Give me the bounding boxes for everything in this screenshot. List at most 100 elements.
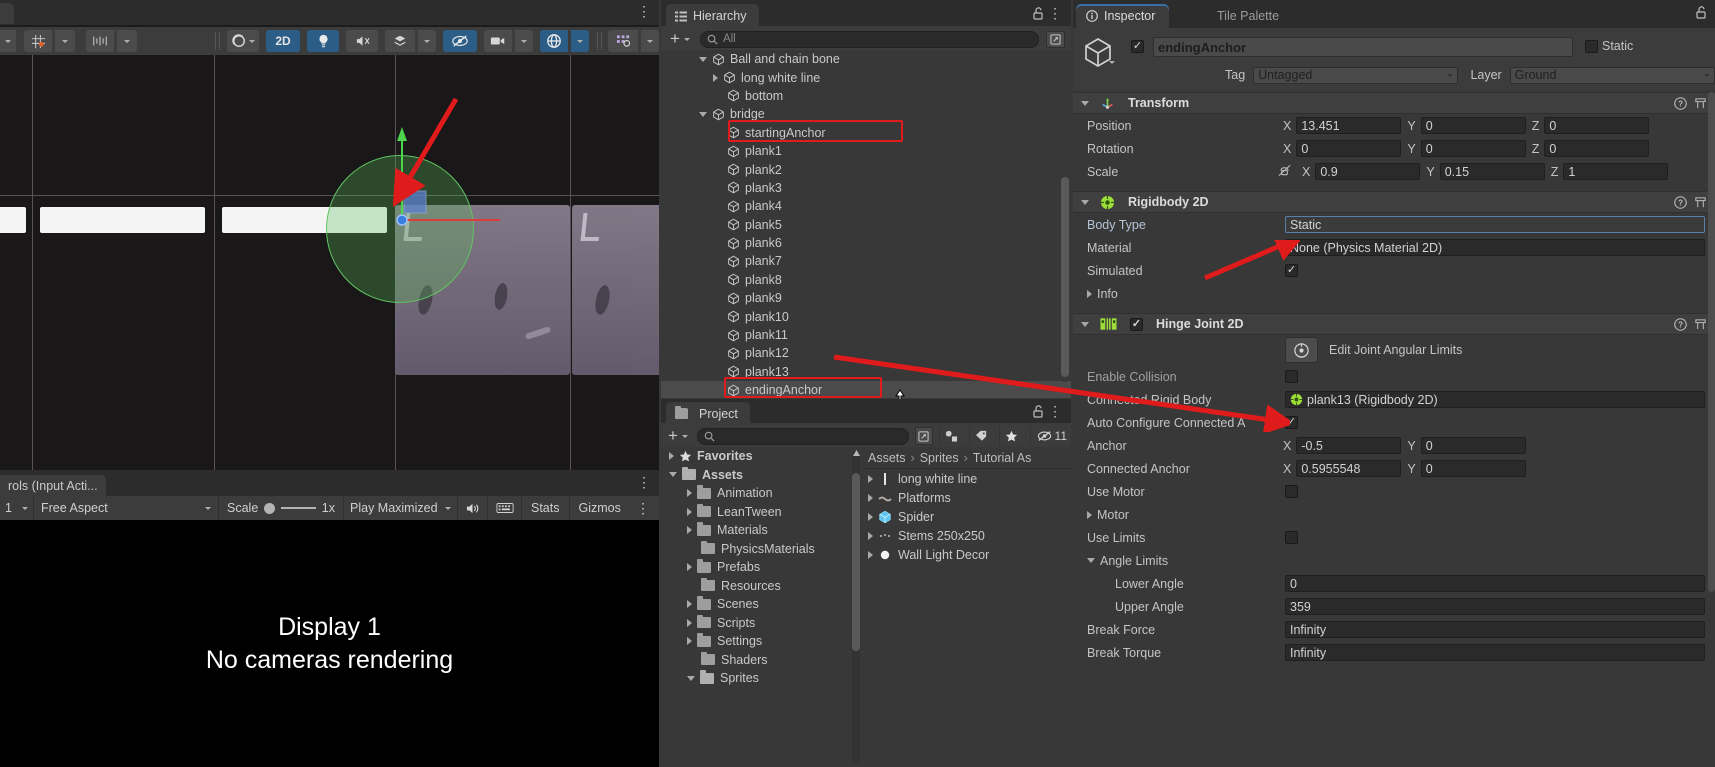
break-torque-input[interactable]: Infinity [1285,644,1705,661]
breadcrumb-item[interactable]: Tutorial As [973,451,1032,465]
hierarchy-scrollbar-thumb[interactable] [1061,177,1069,377]
hierarchy-item-plank7[interactable]: plank7 [661,252,1071,270]
scene-audio-icon[interactable] [346,30,378,52]
auto-configure-connected-a-checkbox[interactable]: ✓ [1285,416,1298,429]
gizmos-dropdown[interactable] [571,30,589,52]
project-tree-item-scripts[interactable]: Scripts [661,614,861,633]
project-tree-item-animation[interactable]: Animation [661,484,861,503]
project-asset-stems-250x250[interactable]: Stems 250x250 [862,526,1071,545]
hierarchy-item-long-white-line[interactable]: long white line [661,68,1071,86]
body-type-dropdown[interactable]: Static [1285,216,1705,233]
hierarchy-item-ball-and-chain-bone[interactable]: Ball and chain bone [661,50,1071,68]
hidden-count-icon[interactable]: 11 [1029,426,1067,446]
preset-icon[interactable] [1694,318,1707,334]
hierarchy-add-button[interactable]: + [667,30,693,47]
shading-mode-icon[interactable] [227,30,259,52]
project-tree-item-sprites[interactable]: Sprites [661,669,861,688]
project-scroll-up-arrow[interactable] [852,446,861,456]
filter-by-type-icon[interactable] [938,426,963,446]
hierarchy-item-plank4[interactable]: plank4 [661,197,1071,215]
toggle-2d-button[interactable]: 2D [266,30,300,52]
object-name-input[interactable]: endingAnchor [1153,37,1573,57]
scene-visibility-icon[interactable] [608,30,638,52]
hierarchy-item-bridge[interactable]: bridge [661,105,1071,123]
position-z-input[interactable]: 0 [1544,117,1650,134]
project-tree-item-shaders[interactable]: Shaders [661,651,861,670]
hierarchy-item-endinganchor[interactable]: endingAnchor [661,381,1071,398]
project-tree-item-settings[interactable]: Settings [661,632,861,651]
project-asset-wall-light-decor[interactable]: Wall Light Decor [862,545,1071,564]
inspector-lock-icon[interactable] [1696,6,1707,22]
hierarchy-item-plank2[interactable]: plank2 [661,160,1071,178]
rotation-x-input[interactable]: 0 [1296,140,1402,157]
hierarchy-search-input[interactable]: All [699,30,1039,48]
scene-canvas[interactable] [0,55,659,470]
hidden-objects-icon[interactable] [443,30,477,52]
search-in-packages-icon[interactable] [914,427,933,445]
project-asset-platforms[interactable]: Platforms [862,488,1071,507]
project-tree-scrollbar-thumb[interactable] [852,473,860,651]
component-header-transform[interactable]: Transform? [1073,92,1715,114]
move-gizmo[interactable] [390,115,500,295]
scale-x-input[interactable]: 0.9 [1315,163,1421,180]
tab-scene[interactable] [0,3,14,24]
tab-tile-palette[interactable]: Tile Palette [1205,4,1291,28]
play-maximized-dropdown[interactable]: Play Maximized [344,496,458,520]
rotation-z-input[interactable]: 0 [1544,140,1650,157]
project-tree-item-materials[interactable]: Materials [661,521,861,540]
breadcrumb[interactable]: Assets › Sprites › Tutorial As [862,447,1071,469]
use-limits-checkbox[interactable] [1285,531,1298,544]
enable-collision-checkbox[interactable] [1285,370,1298,383]
anchor-y-input[interactable]: 0 [1420,437,1526,454]
tab-hierarchy[interactable]: Hierarchy [666,4,759,28]
break-force-input[interactable]: Infinity [1285,621,1705,638]
anchor-x-input[interactable]: -0.5 [1296,437,1402,454]
favorites-star-icon[interactable] [999,426,1023,446]
position-y-input[interactable]: 0 [1420,117,1526,134]
scene-visibility-dropdown[interactable] [641,30,659,52]
tab-inspector[interactable]: Inspector [1076,4,1170,28]
inspector-scrollbar[interactable] [1708,92,1715,764]
display-dropdown[interactable]: 1 [0,496,34,520]
help-icon[interactable]: ? [1674,97,1687,113]
filter-by-label-icon[interactable] [969,426,993,446]
speaker-icon[interactable] [458,496,488,520]
scene-kebab-menu-icon[interactable]: ⋮ [637,4,651,18]
effects-icon[interactable] [385,30,415,52]
keyboard-icon[interactable] [488,496,522,520]
gizmos-icon[interactable] [540,30,568,52]
lower-angle-input[interactable]: 0 [1285,575,1705,592]
help-icon[interactable]: ? [1674,196,1687,212]
hierarchy-item-plank9[interactable]: plank9 [661,289,1071,307]
game-options-kebab-icon[interactable]: ⋮ [636,501,659,515]
scale-slider[interactable]: Scale 1x [219,496,344,520]
hierarchy-item-bottom[interactable]: bottom [661,87,1071,105]
scale-y-input[interactable]: 0.15 [1439,163,1545,180]
scene-camera-icon[interactable] [484,30,512,52]
gizmos-button[interactable]: Gizmos [570,496,630,520]
hierarchy-item-plank12[interactable]: plank12 [661,344,1071,362]
effects-dropdown[interactable] [418,30,436,52]
project-asset-list[interactable]: long white line Platforms Spider Stems 250x… [862,469,1071,564]
hierarchy-item-plank1[interactable]: plank1 [661,142,1071,160]
hierarchy-tree[interactable]: Ball and chain bone long white line bottom… [661,50,1071,398]
breadcrumb-item[interactable]: Sprites [920,451,959,465]
component-enabled-checkbox[interactable]: ✓ [1130,317,1143,331]
game-kebab-menu-icon[interactable]: ⋮ [637,475,651,489]
project-asset-long-white-line[interactable]: long white line [862,469,1071,488]
position-x-input[interactable]: 13.451 [1296,117,1402,134]
hierarchy-item-plank5[interactable]: plank5 [661,216,1071,234]
edit-joint-icon[interactable] [1285,337,1318,363]
snap-increment-dropdown[interactable] [117,30,137,52]
project-tree-item-prefabs[interactable]: Prefabs [661,558,861,577]
project-content-pane[interactable]: Assets › Sprites › Tutorial As long white li… [862,447,1071,767]
scene-lighting-icon[interactable] [307,30,339,52]
static-checkbox[interactable] [1585,39,1598,53]
hierarchy-item-plank3[interactable]: plank3 [661,179,1071,197]
project-folder-tree[interactable]: Favorites Assets Animation LeanTween Materia… [661,447,861,767]
help-icon[interactable]: ? [1674,318,1687,334]
tab-input-controls[interactable]: rols (Input Acti... [0,475,106,497]
object-enabled-checkbox[interactable]: ✓ [1131,40,1144,53]
rotation-y-input[interactable]: 0 [1420,140,1526,157]
hierarchy-item-plank10[interactable]: plank10 [661,307,1071,325]
